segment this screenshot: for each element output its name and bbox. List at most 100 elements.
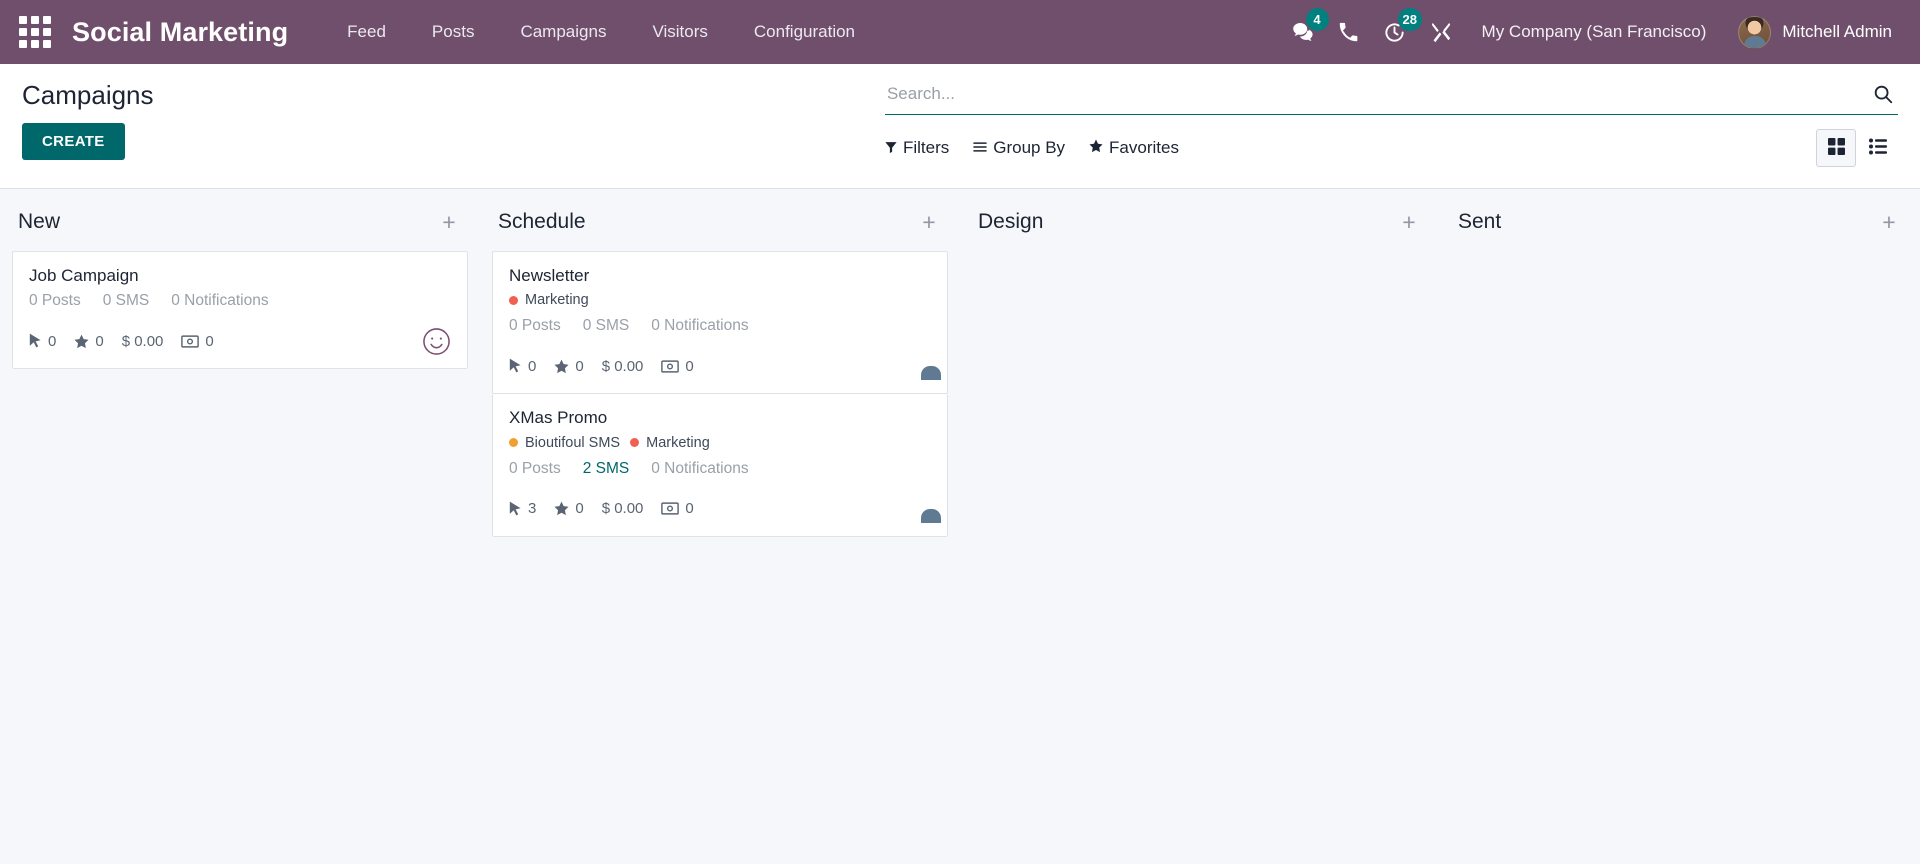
control-panel-right: Filters Group By Favor: [884, 78, 1898, 167]
control-panel: Campaigns CREATE Filters: [0, 64, 1920, 189]
card-stat-notifications: 0 Notifications: [651, 459, 749, 477]
wrench-tools-icon[interactable]: [1418, 0, 1464, 64]
kanban-board: New + Job Campaign 0 Posts 0 SMS 0 Notif…: [0, 189, 1920, 864]
kanban-card[interactable]: Newsletter Marketing 0 Posts 0 SMS 0 Not…: [492, 251, 948, 395]
card-footer: 0 0 $ 0.00 0: [509, 348, 931, 382]
kanban-view-button[interactable]: [1816, 129, 1856, 167]
kanban-card[interactable]: Job Campaign 0 Posts 0 SMS 0 Notificatio…: [12, 251, 468, 370]
apps-grid-icon[interactable]: [12, 9, 58, 55]
card-stat-sms: 0 SMS: [102, 292, 150, 310]
kanban-column-title: Schedule: [498, 210, 586, 233]
card-stat-notifications: 0 Notifications: [171, 292, 269, 310]
card-metric-clicks-value: 0: [528, 357, 537, 375]
card-metric-revenue: $ 0.00: [121, 332, 164, 350]
search-bar[interactable]: [884, 78, 1898, 115]
favorites-label: Favorites: [1109, 138, 1179, 157]
main-menu: Feed Posts Campaigns Visitors Configurat…: [324, 0, 878, 64]
tag-color-dot: [630, 438, 640, 447]
kanban-column-header: Schedule +: [492, 189, 948, 251]
card-stat-sms: 0 SMS: [582, 317, 630, 335]
star-icon: [1089, 138, 1103, 158]
group-by-lines-icon: [973, 138, 987, 158]
card-footer: 3 0 $ 0.00 0: [509, 491, 931, 525]
activity-clock-icon[interactable]: 28: [1372, 0, 1423, 64]
kanban-column-header: New +: [12, 189, 468, 251]
cursor-icon: [509, 358, 521, 373]
card-assignee-avatar[interactable]: [422, 327, 451, 356]
banknote-icon: [661, 502, 680, 515]
card-tag[interactable]: Marketing: [509, 292, 589, 308]
card-stat-posts: 0 Posts: [509, 317, 561, 335]
cursor-icon: [509, 501, 521, 515]
tag-color-dot: [509, 438, 518, 447]
nav-item-configuration[interactable]: Configuration: [731, 0, 878, 64]
card-metric-leads-value: 0: [575, 500, 584, 517]
phone-icon[interactable]: [1326, 0, 1372, 64]
card-metric-clicks: 3: [509, 500, 536, 517]
card-metric-leads: 0: [554, 357, 584, 375]
kanban-card[interactable]: XMas Promo Bioutifoul SMS Marketing 0 Po…: [492, 394, 948, 537]
cursor-icon: [29, 333, 41, 348]
nav-item-feed[interactable]: Feed: [324, 0, 409, 64]
filter-funnel-icon: [885, 138, 897, 158]
card-title: XMas Promo: [509, 408, 608, 428]
banknote-icon: [661, 360, 680, 373]
filters-label: Filters: [902, 138, 950, 157]
favorites-button[interactable]: Favorites: [1089, 135, 1189, 161]
navbar-systray: 4 28 My Company (San Francisco) Mitchell…: [1280, 0, 1898, 64]
star-icon: [554, 359, 569, 373]
user-name-label: Mitchell Admin: [1782, 22, 1892, 41]
card-metric-invoiced-value: 0: [205, 332, 214, 350]
card-metric-invoiced-value: 0: [685, 357, 694, 375]
card-tag[interactable]: Marketing: [630, 435, 710, 451]
control-panel-left: Campaigns CREATE: [22, 78, 885, 160]
list-icon: [1869, 138, 1887, 158]
card-metric-invoiced: 0: [661, 357, 694, 375]
star-icon: [74, 334, 89, 348]
card-metric-leads-value: 0: [575, 357, 584, 375]
card-metric-invoiced-value: 0: [685, 500, 694, 517]
kanban-column-header: Design +: [972, 189, 1428, 251]
add-card-button[interactable]: +: [436, 209, 462, 235]
kanban-column-design: Design +: [960, 189, 1440, 864]
kanban-grid-icon: [1827, 138, 1845, 158]
top-navbar: Social Marketing Feed Posts Campaigns Vi…: [0, 0, 1920, 64]
card-stats: 0 Posts 2 SMS 0 Notifications: [509, 460, 931, 478]
nav-item-campaigns[interactable]: Campaigns: [497, 0, 629, 64]
kanban-column-header: Sent +: [1452, 189, 1908, 251]
card-metric-leads: 0: [74, 332, 104, 350]
kanban-column-schedule: Schedule + Newsletter Marketing 0 Posts …: [480, 189, 960, 864]
add-card-button[interactable]: +: [1396, 209, 1422, 235]
company-switcher[interactable]: My Company (San Francisco): [1464, 22, 1725, 42]
card-stat-posts: 0 Posts: [509, 459, 561, 477]
group-by-button[interactable]: Group By: [973, 135, 1075, 161]
filters-button[interactable]: Filters: [885, 135, 959, 161]
card-title: Newsletter: [509, 266, 590, 285]
card-tag-label: Bioutifoul SMS: [525, 434, 621, 451]
card-title: Job Campaign: [29, 266, 139, 285]
card-metric-leads: 0: [554, 500, 584, 517]
messages-icon[interactable]: 4: [1280, 0, 1329, 64]
app-brand-title[interactable]: Social Marketing: [72, 17, 288, 48]
kanban-column-body: Newsletter Marketing 0 Posts 0 SMS 0 Not…: [492, 251, 948, 537]
card-stat-notifications: 0 Notifications: [651, 317, 749, 335]
kanban-column-new: New + Job Campaign 0 Posts 0 SMS 0 Notif…: [0, 189, 480, 864]
search-icon[interactable]: [1870, 83, 1896, 105]
list-view-button[interactable]: [1858, 129, 1898, 167]
add-card-button[interactable]: +: [916, 209, 942, 235]
page-title: Campaigns: [22, 80, 154, 110]
add-card-button[interactable]: +: [1876, 209, 1902, 235]
user-menu[interactable]: Mitchell Admin: [1724, 15, 1898, 49]
card-metric-clicks: 0: [509, 358, 536, 375]
kanban-column-body: Job Campaign 0 Posts 0 SMS 0 Notificatio…: [12, 251, 468, 370]
card-tag[interactable]: Bioutifoul SMS: [509, 435, 620, 451]
card-metric-leads-value: 0: [95, 332, 104, 350]
nav-item-posts[interactable]: Posts: [409, 0, 498, 64]
card-metric-invoiced: 0: [661, 500, 694, 517]
filters-row: Filters Group By Favorites: [885, 129, 1898, 167]
card-stat-sms[interactable]: 2 SMS: [583, 460, 630, 478]
create-button[interactable]: CREATE: [22, 122, 125, 160]
apps-grid-glyph: [19, 16, 51, 48]
search-input[interactable]: [886, 82, 1870, 106]
nav-item-visitors[interactable]: Visitors: [629, 0, 730, 64]
